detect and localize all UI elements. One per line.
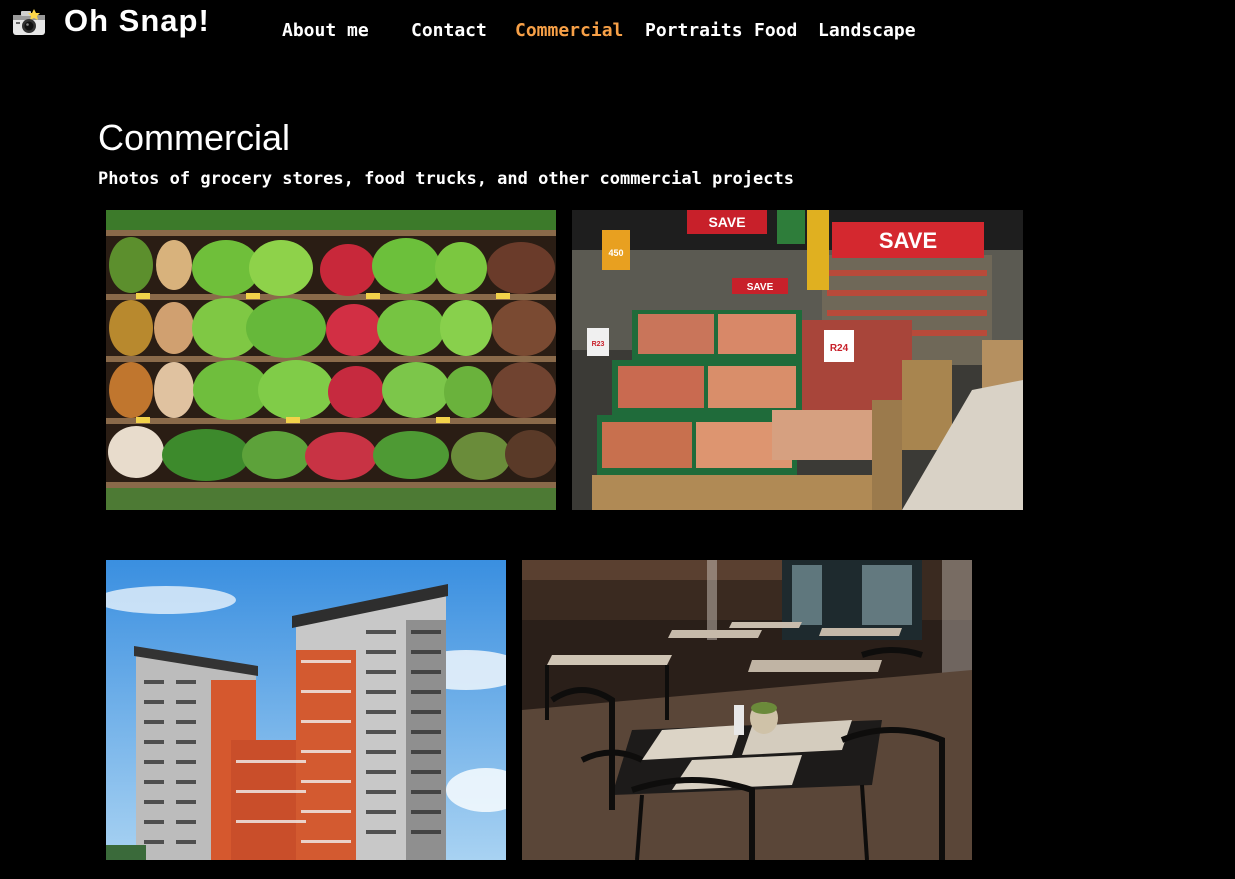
photo-restaurant-interior[interactable] (522, 560, 972, 860)
photo-supermarket[interactable]: SAVE SAVE 450 SAVE R24 R23 (572, 210, 1023, 510)
sign-r24: R24 (830, 343, 849, 354)
site-logo-text[interactable]: Oh Snap! (64, 3, 210, 39)
nav-food[interactable]: Food (754, 20, 797, 41)
nav-portraits[interactable]: Portraits (645, 20, 743, 41)
photo-grocery-produce[interactable] (106, 210, 556, 510)
sign-r23: R23 (592, 341, 605, 348)
page-title: Commercial (98, 117, 291, 158)
camera-icon (12, 8, 46, 36)
page-subtitle: Photos of grocery stores, food trucks, a… (98, 169, 794, 189)
nav-landscape[interactable]: Landscape (818, 20, 916, 41)
nav-commercial[interactable]: Commercial (515, 20, 623, 41)
site-header: Oh Snap! About me Contact Commercial Por… (0, 0, 1235, 60)
sign-450: 450 (608, 248, 623, 258)
nav-about-me[interactable]: About me (282, 20, 369, 41)
sign-save-top: SAVE (708, 214, 745, 230)
photo-apartment-building[interactable] (106, 560, 506, 860)
nav-contact[interactable]: Contact (411, 20, 487, 41)
sign-save-right: SAVE (879, 228, 937, 253)
sign-save-mid: SAVE (747, 282, 774, 293)
